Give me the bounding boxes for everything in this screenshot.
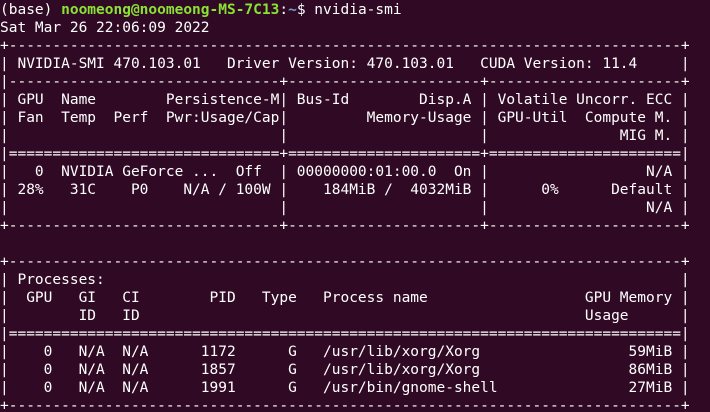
processes-border-top: +---------------------------------------… bbox=[0, 254, 690, 270]
prompt-line: (base) noomeong@noomeong-MS-7C13:~$ nvid… bbox=[0, 1, 710, 19]
process-row: | 0 N/A N/A 1857 G /usr/lib/xorg/Xorg 86… bbox=[0, 362, 690, 378]
output-timestamp: Sat Mar 26 22:06:09 2022 bbox=[0, 20, 210, 36]
processes-header-row-2: | ID ID Usage | bbox=[0, 308, 690, 324]
gpu-data-row-1: | 0 NVIDIA GeForce ... Off | 00000000:01… bbox=[0, 164, 690, 180]
table-border-top: +---------------------------------------… bbox=[0, 38, 690, 54]
process-row: | 0 N/A N/A 1991 G /usr/bin/gnome-shell … bbox=[0, 380, 690, 396]
gpu-header-row-1: | GPU Name Persistence-M| Bus-Id Disp.A … bbox=[0, 92, 690, 108]
terminal-window[interactable]: (base) noomeong@noomeong-MS-7C13:~$ nvid… bbox=[0, 0, 710, 412]
processes-title: | Processes: | bbox=[0, 272, 690, 288]
processes-header-row-1: | GPU GI CI PID Type Process name GPU Me… bbox=[0, 290, 690, 306]
gpu-header-row-3: | | | MIG M. | bbox=[0, 128, 690, 144]
prompt-command: nvidia-smi bbox=[314, 2, 402, 18]
conda-env: (base) bbox=[0, 2, 62, 18]
table-divider: |-------------------------------+-------… bbox=[0, 74, 690, 90]
gpu-data-row-3: | | | N/A | bbox=[0, 200, 690, 216]
prompt-colon: : bbox=[279, 2, 289, 18]
version-info-row: | NVIDIA-SMI 470.103.01 Driver Version: … bbox=[0, 56, 690, 72]
gpu-header-separator: |===============================+=======… bbox=[0, 146, 690, 162]
gpu-data-row-2: | 28% 31C P0 N/A / 100W | 184MiB / 4032M… bbox=[0, 182, 690, 198]
processes-border-bottom: +---------------------------------------… bbox=[0, 398, 690, 412]
gpu-header-row-2: | Fan Temp Perf Pwr:Usage/Cap| Memory-Us… bbox=[0, 110, 690, 126]
table-border-bottom: +-------------------------------+-------… bbox=[0, 218, 690, 234]
prompt-symbol: $ bbox=[296, 2, 315, 18]
process-row: | 0 N/A N/A 1172 G /usr/lib/xorg/Xorg 59… bbox=[0, 344, 690, 360]
processes-header-separator: |=======================================… bbox=[0, 326, 690, 342]
prompt-path: ~ bbox=[288, 2, 297, 18]
prompt-user-host: noomeong@noomeong-MS-7C13 bbox=[61, 2, 280, 18]
